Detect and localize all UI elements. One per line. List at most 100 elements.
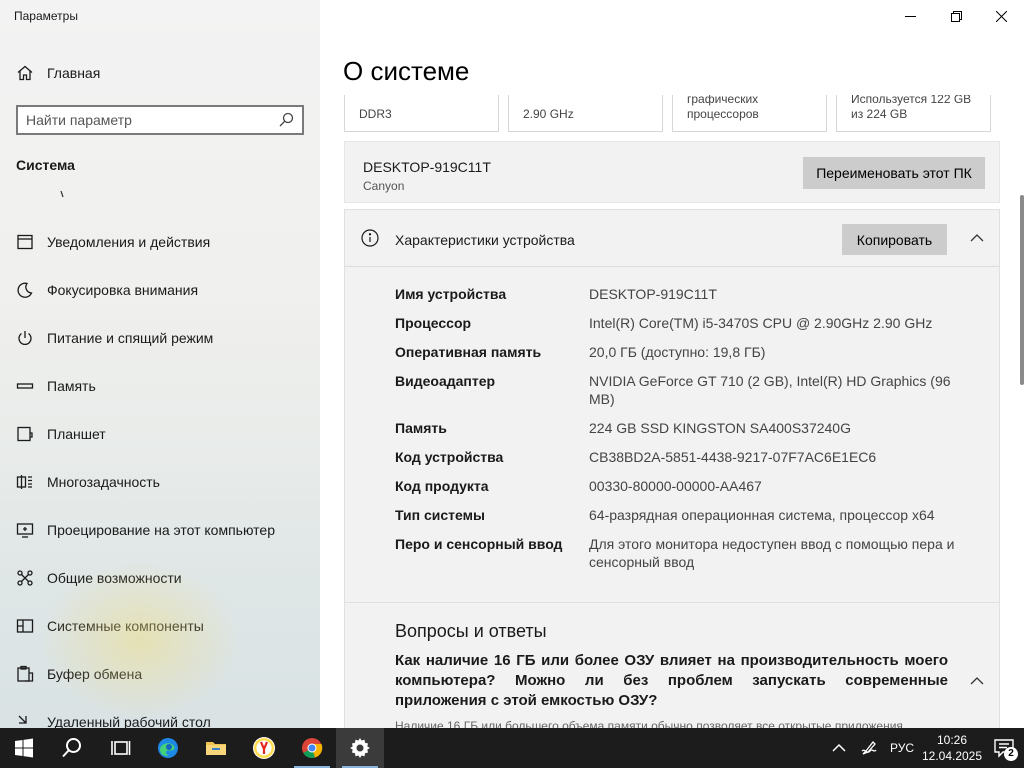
moon-icon (16, 281, 34, 299)
pen-workspace-button[interactable] (854, 728, 884, 768)
copy-button[interactable]: Копировать (842, 224, 947, 255)
task-view-button[interactable] (96, 728, 144, 768)
shared-experiences-icon (16, 569, 34, 587)
settings-button[interactable] (336, 728, 384, 768)
sidebar-item-label: Проецирование на этот компьютер (47, 522, 275, 538)
faq-answer: Наличие 16 ГБ или большего объема памяти… (395, 719, 903, 728)
sidebar-item-label: Фокусировка внимания (47, 282, 199, 298)
sidebar-item-tablet[interactable]: Планшет (0, 410, 320, 458)
chrome-button[interactable] (288, 728, 336, 768)
faq-title: Вопросы и ответы (395, 621, 547, 641)
restore-icon (950, 10, 962, 22)
edge-button[interactable] (144, 728, 192, 768)
clock-date: 12.04.2025 (921, 749, 983, 763)
rename-pc-button[interactable]: Переименовать этот ПК (803, 157, 985, 189)
spec-key: Видеоадаптер (395, 373, 496, 389)
app-title: Параметры (14, 9, 78, 23)
sidebar-item-shared-experiences[interactable]: Общие возможности (0, 554, 320, 602)
clipboard-icon (16, 665, 34, 683)
minimize-icon (904, 15, 916, 17)
home-icon (16, 64, 34, 82)
spec-row: Память 224 GB SSD KINGSTON SA400S37240G (395, 419, 955, 437)
spec-value: NVIDIA GeForce GT 710 (2 GB), Intel(R) H… (589, 373, 951, 407)
spec-row: Код устройства CB38BD2A-5851-4438-9217-07… (395, 448, 955, 466)
power-icon (16, 329, 34, 347)
close-icon (995, 10, 1007, 22)
minimize-button[interactable] (887, 0, 933, 32)
spec-value: CB38BD2A-5851-4438-9217-07F7AC6E1EC6 (589, 449, 877, 465)
device-specs-header[interactable]: Характеристики устройства Копировать (345, 210, 999, 267)
sidebar-item-projection[interactable]: Проецирование на этот компьютер (0, 506, 320, 554)
sidebar-item-multitasking[interactable]: Многозадачность (0, 458, 320, 506)
spec-key: Процессор (395, 315, 472, 331)
yandex-browser-button[interactable] (240, 728, 288, 768)
spec-key: Код устройства (395, 449, 504, 465)
maximize-button[interactable] (933, 0, 979, 32)
sidebar-item-partial (16, 190, 76, 202)
spec-row: Оперативная память 20,0 ГБ (доступно: 19,… (395, 343, 955, 361)
section-title: Система (16, 157, 75, 173)
home-link[interactable]: Главная (16, 62, 100, 84)
yandex-icon (253, 737, 275, 759)
start-button[interactable] (0, 728, 48, 768)
sidebar-item-focus-assist[interactable]: Фокусировка внимания (0, 266, 320, 314)
notification-icon (16, 233, 34, 251)
spec-key: Перо и сенсорный ввод (395, 536, 563, 552)
folder-icon (206, 742, 226, 755)
sidebar: Параметры Главная Система Уведомления и … (0, 0, 320, 728)
clock-time: 10:26 (936, 733, 968, 747)
spec-value: 224 GB SSD KINGSTON SA400S37240G (589, 420, 851, 436)
action-center-button[interactable]: 2 (984, 728, 1024, 768)
sidebar-item-label: Планшет (47, 426, 106, 442)
search-box[interactable] (16, 105, 304, 135)
task-view-icon (111, 741, 131, 755)
chevron-up-icon[interactable] (969, 673, 985, 689)
spec-value: Для этого монитора недоступен ввод с пом… (589, 536, 955, 570)
search-icon (62, 738, 81, 758)
notification-count-badge: 2 (1004, 747, 1018, 761)
chevron-up-icon (832, 743, 846, 752)
spec-key: Память (395, 420, 447, 436)
spec-row: Процессор Intel(R) Core(TM) i5-3470S CPU … (395, 314, 955, 332)
spec-card-storage: Используется 122 GB из 224 GB (836, 95, 991, 132)
faq-panel: Вопросы и ответы Как наличие 16 ГБ или б… (344, 603, 1000, 728)
sidebar-item-system-components[interactable]: Системные компоненты (0, 602, 320, 650)
spec-value: 00330-80000-00000-AA467 (589, 478, 762, 494)
pc-name-panel: DESKTOP-919C11T Canyon Переименовать это… (344, 141, 1000, 203)
spec-card-gpu: графических процессоров (672, 95, 827, 132)
sidebar-item-storage[interactable]: Память (0, 362, 320, 410)
system-components-icon (16, 617, 34, 635)
sidebar-item-notifications[interactable]: Уведомления и действия (0, 218, 320, 266)
close-button[interactable] (978, 0, 1024, 32)
search-button[interactable] (48, 728, 96, 768)
taskbar: РУС 10:26 12.04.2025 2 (0, 728, 1024, 768)
spec-value: 20,0 ГБ (доступно: 19,8 ГБ) (589, 344, 766, 360)
device-specs-panel: Характеристики устройства Копировать Имя… (344, 209, 1000, 603)
chrome-icon (302, 738, 323, 758)
sidebar-item-power-sleep[interactable]: Питание и спящий режим (0, 314, 320, 362)
spec-row: Имя устройства DESKTOP-919C11T (395, 285, 955, 303)
scrollbar[interactable] (1020, 195, 1024, 385)
device-specs-title: Характеристики устройства (395, 232, 575, 248)
file-explorer-button[interactable] (192, 728, 240, 768)
clock[interactable]: 10:26 12.04.2025 (920, 732, 984, 764)
language-indicator[interactable]: РУС (884, 741, 920, 755)
sidebar-item-label: Удаленный рабочий стол (47, 714, 211, 728)
sidebar-item-clipboard[interactable]: Буфер обмена (0, 650, 320, 698)
content-scroll-area[interactable]: DDR3 2.90 GHz графических процессоров Ис… (320, 95, 1024, 728)
sidebar-item-label: Буфер обмена (47, 666, 143, 682)
sidebar-nav: Уведомления и действия Фокусировка внима… (0, 218, 320, 728)
show-hidden-icons-button[interactable] (824, 728, 854, 768)
spec-key: Оперативная память (395, 344, 542, 360)
spec-key: Имя устройства (395, 286, 507, 302)
pc-subtitle: Canyon (363, 179, 405, 193)
page-title: О системе (343, 56, 470, 86)
sidebar-item-label: Питание и спящий режим (47, 330, 214, 346)
search-icon[interactable] (278, 112, 294, 128)
sidebar-item-remote-desktop[interactable]: Удаленный рабочий стол (0, 698, 320, 728)
faq-question[interactable]: Как наличие 16 ГБ или более ОЗУ влияет н… (395, 651, 948, 711)
chevron-up-icon[interactable] (969, 230, 985, 246)
spec-key: Тип системы (395, 507, 485, 523)
spec-rows: Имя устройства DESKTOP-919C11T Процессор I… (395, 285, 955, 582)
search-input[interactable] (26, 112, 278, 128)
